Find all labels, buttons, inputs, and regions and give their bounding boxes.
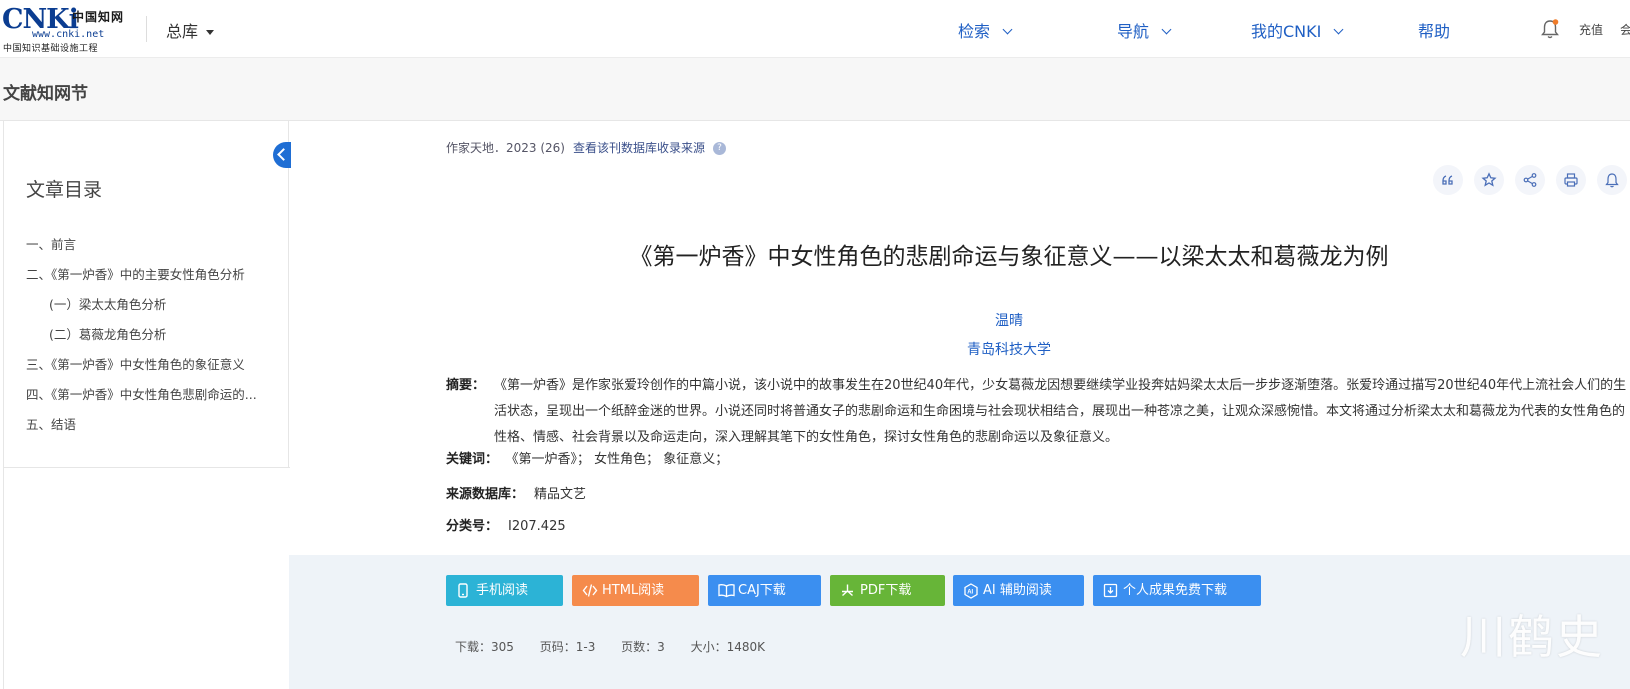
divider — [146, 16, 147, 42]
logo-chinese: 中国知网 — [72, 10, 125, 24]
toc-list: 一、前言 二、《第一炉香》中的主要女性角色分析 (一）梁太太角色分析 (二）葛薇… — [26, 230, 284, 440]
classification-value: I207.425 — [508, 519, 566, 534]
chevron-down-icon — [1161, 24, 1172, 35]
organization-name[interactable]: 青岛科技大学 — [967, 342, 1051, 358]
page-header-bar: 文献知网节 — [0, 58, 1630, 121]
toc-item[interactable]: 五、结语 — [26, 410, 284, 440]
watermark: 川鹤史 — [1460, 610, 1604, 664]
favorite-button[interactable] — [1474, 165, 1504, 195]
logo-url: www.cnki.net — [32, 29, 105, 40]
personal-free-download-button[interactable]: 个人成果免费下载 — [1093, 575, 1261, 606]
page-count: 页数：3 — [621, 640, 665, 654]
phone-icon — [458, 583, 468, 598]
database-selector[interactable]: 总库 — [166, 18, 215, 42]
keywords-label: 关键词： — [446, 452, 499, 467]
mobile-read-button[interactable]: 手机阅读 — [446, 575, 563, 606]
toc-item[interactable]: 二、《第一炉香》中的主要女性角色分析 — [26, 260, 284, 290]
share-button[interactable] — [1515, 165, 1545, 195]
download-icon — [1103, 583, 1118, 598]
article-main: 作家天地．2023 (26) 查看该刊数据库收录来源? 《第一炉香》中女性角色的悲… — [289, 121, 1630, 689]
abstract-text: 《第一炉香》是作家张爱玲创作的中篇小说，该小说中的故事发生在20世纪40年代，少… — [494, 378, 1627, 445]
svg-text:AI: AI — [967, 590, 973, 596]
help-question-icon[interactable]: ? — [713, 142, 727, 155]
source-db-link[interactable]: 查看该刊数据库收录来源 — [573, 141, 705, 155]
notification-bell-icon[interactable] — [1540, 18, 1560, 40]
nav-my-cnki[interactable]: 我的CNKI — [1251, 18, 1344, 42]
nav-navigation[interactable]: 导航 — [1117, 18, 1172, 42]
top-navbar: CNKi 中国知网 www.cnki.net 中国知识基础设施工程 总库 检索 … — [0, 0, 1630, 58]
star-icon — [1481, 172, 1497, 187]
article-stats: 下载：305 页码：1-3 页数：3 大小：1480K — [455, 638, 787, 655]
journal-source: 作家天地．2023 (26) 查看该刊数据库收录来源? — [446, 139, 727, 156]
ai-assisted-reading-button[interactable]: AI AI 辅助阅读 — [953, 575, 1084, 606]
toc-subitem[interactable]: (一）梁太太角色分析 — [26, 290, 284, 320]
bell-icon — [1605, 173, 1619, 188]
download-action-bar: 手机阅读 HTML阅读 CAJ下载 PDF下载 AI AI 辅助阅读 个人成果免… — [289, 555, 1630, 689]
classification-label: 分类号： — [446, 519, 499, 534]
toc-item[interactable]: 三、《第一炉香》中女性角色的象征意义 — [26, 350, 284, 380]
toc-sidebar: 文章目录 一、前言 二、《第一炉香》中的主要女性角色分析 (一）梁太太角色分析 … — [3, 121, 290, 689]
source-database-label: 来源数据库： — [446, 487, 525, 502]
source-database-value: 精品文艺 — [534, 487, 587, 502]
sidebar-lower-panel — [4, 468, 290, 689]
cite-button[interactable] — [1433, 165, 1463, 195]
code-icon — [582, 584, 598, 597]
page-title: 文献知网节 — [3, 84, 88, 104]
recharge-link[interactable]: 充值 — [1579, 21, 1603, 38]
chevron-down-icon — [1002, 24, 1013, 35]
page-range: 页码：1-3 — [539, 640, 596, 654]
member-link[interactable]: 会 — [1620, 21, 1630, 38]
print-icon — [1564, 173, 1578, 187]
quote-icon — [1442, 175, 1453, 185]
chevron-down-icon — [1333, 24, 1344, 35]
keywords-row: 关键词： 《第一炉香》； 女性角色； 象征意义； — [446, 448, 728, 467]
abstract-section: 摘要： 《第一炉香》是作家张爱玲创作的中篇小说，该小说中的故事发生在20世纪40… — [446, 373, 1630, 451]
source-database-row: 来源数据库： 精品文艺 — [446, 483, 586, 502]
toc-title: 文章目录 — [26, 179, 103, 201]
print-button[interactable] — [1556, 165, 1586, 195]
caret-down-icon — [206, 30, 215, 35]
caj-download-button[interactable]: CAJ下载 — [708, 575, 821, 606]
toc-item[interactable]: 一、前言 — [26, 230, 284, 260]
nav-help[interactable]: 帮助 — [1418, 18, 1450, 42]
download-count: 下载：305 — [455, 640, 514, 654]
cnki-logo[interactable]: CNKi 中国知网 www.cnki.net 中国知识基础设施工程 — [2, 6, 130, 55]
logo-subtitle: 中国知识基础设施工程 — [3, 44, 99, 54]
toc-subitem[interactable]: (二）葛薇龙角色分析 — [26, 320, 284, 350]
pdf-icon — [842, 584, 853, 597]
html-read-button[interactable]: HTML阅读 — [572, 575, 699, 606]
author-link: 温晴 — [289, 310, 1630, 330]
pdf-download-button[interactable]: PDF下载 — [830, 575, 945, 606]
nav-search[interactable]: 检索 — [958, 18, 1013, 42]
abstract-label: 摘要： — [446, 378, 486, 393]
article-title: 《第一炉香》中女性角色的悲剧命运与象征意义——以梁太太和葛薇龙为例 — [629, 244, 1389, 270]
share-icon — [1523, 173, 1537, 187]
journal-issue[interactable]: 作家天地．2023 (26) — [446, 141, 565, 155]
alert-button[interactable] — [1597, 165, 1627, 195]
file-size: 大小：1480K — [690, 640, 766, 654]
toc-item[interactable]: 四、《第一炉香》中女性角色悲剧命运的... — [26, 380, 284, 410]
author-name[interactable]: 温晴 — [995, 313, 1023, 329]
organization-link: 青岛科技大学 — [289, 339, 1630, 359]
classification-row: 分类号： I207.425 — [446, 515, 566, 534]
book-icon — [718, 584, 735, 598]
ai-icon: AI — [964, 583, 978, 599]
keywords-value[interactable]: 《第一炉香》； 女性角色； 象征意义； — [512, 452, 728, 467]
